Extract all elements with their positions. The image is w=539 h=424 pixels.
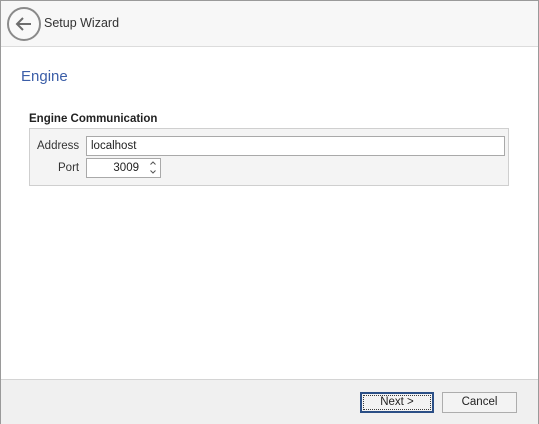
port-label: Port <box>58 162 80 174</box>
wizard-footer: Next > Cancel <box>1 379 538 424</box>
setup-wizard-window: Setup Wizard Engine Engine Communication… <box>0 0 539 424</box>
wizard-title: Setup Wizard <box>44 16 120 30</box>
port-input[interactable] <box>87 159 143 177</box>
back-button[interactable] <box>7 7 41 41</box>
next-button[interactable]: Next > <box>360 392 434 413</box>
address-label: Address <box>37 140 80 152</box>
engine-communication-group: Address Port <box>29 128 509 186</box>
arrow-left-icon <box>15 17 31 31</box>
focus-ring <box>363 395 431 410</box>
port-decrement-button[interactable] <box>147 168 159 177</box>
chevron-up-icon <box>150 161 156 165</box>
page-title: Engine <box>21 68 68 85</box>
address-input[interactable] <box>86 136 505 156</box>
engine-communication-group-label: Engine Communication <box>29 113 158 125</box>
chevron-down-icon <box>150 170 156 174</box>
port-increment-button[interactable] <box>147 159 159 168</box>
port-stepper[interactable] <box>86 158 161 178</box>
cancel-button-label: Cancel <box>461 396 498 408</box>
wizard-header: Setup Wizard <box>1 1 538 47</box>
cancel-button[interactable]: Cancel <box>442 392 517 413</box>
